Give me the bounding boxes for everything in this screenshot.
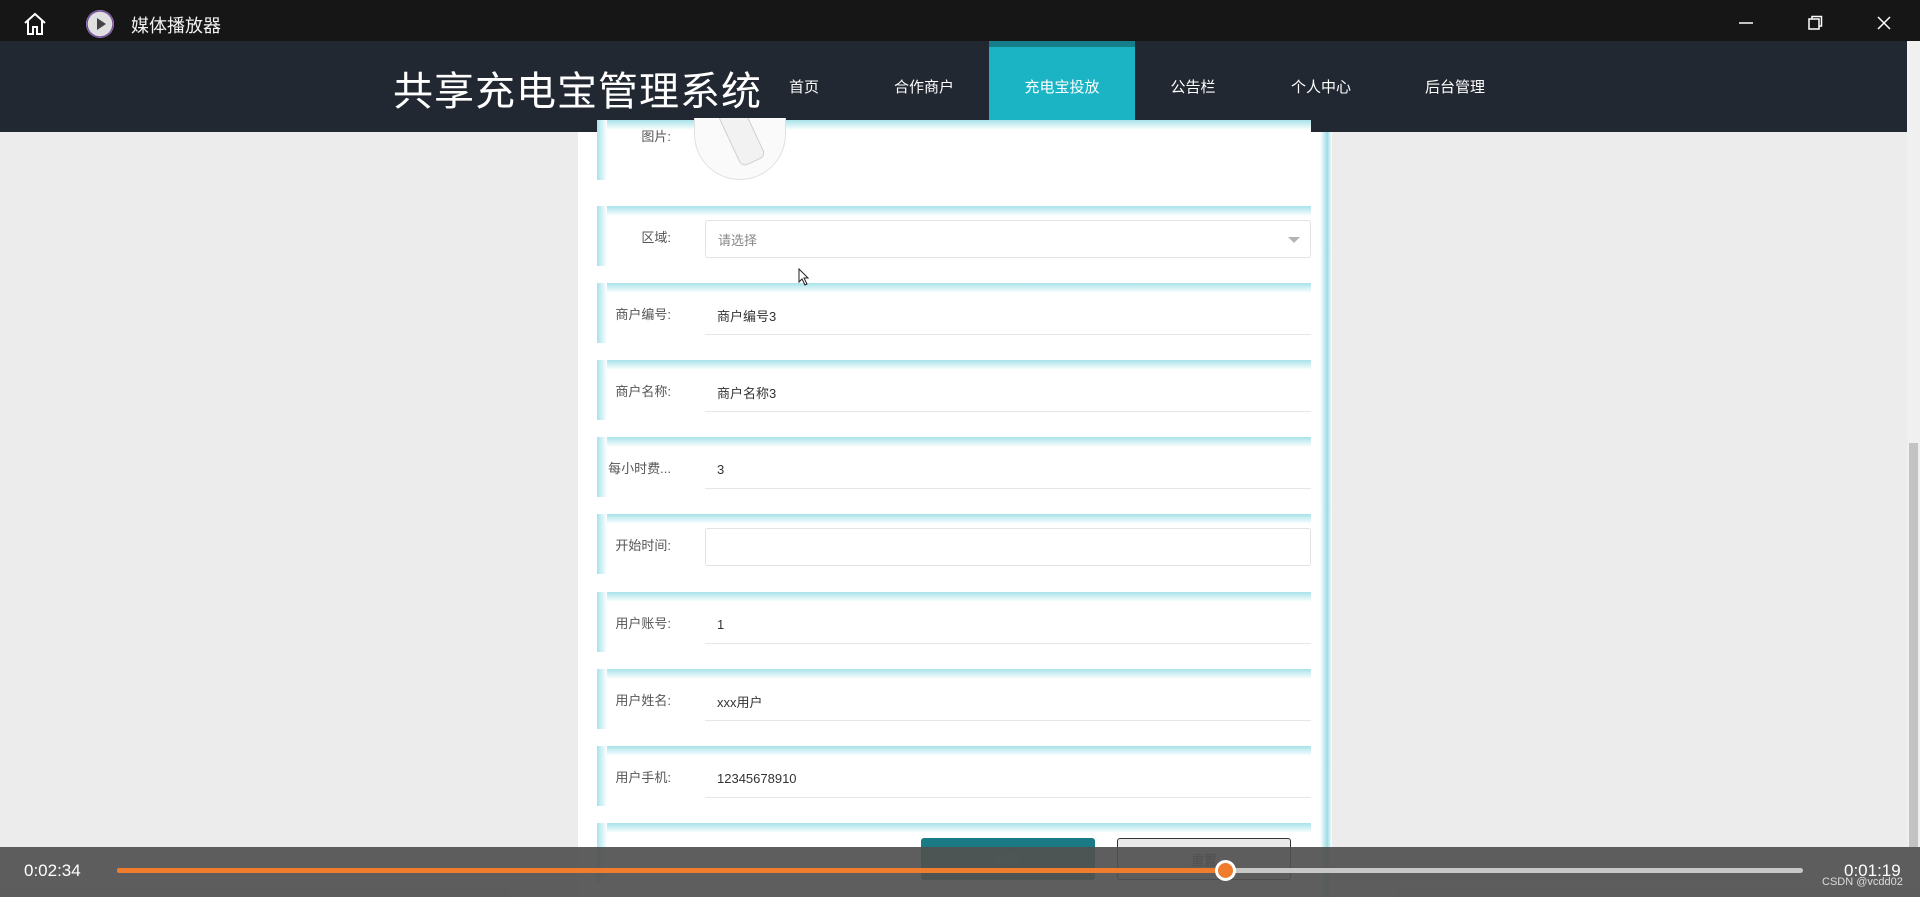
home-icon[interactable] [20,10,50,38]
field-label: 用户姓名: [615,692,671,708]
nav-item-notice[interactable]: 公告栏 [1150,41,1236,132]
field-label: 商户名称: [615,383,671,399]
form-row-merchant-name: 商户名称: 商户名称3 [597,360,1311,420]
form-row-merchant-id: 商户编号: 商户编号3 [597,283,1311,343]
nav-item-admin[interactable]: 后台管理 [1408,41,1502,132]
field-label: 区域: [641,229,671,245]
field-label: 用户手机: [615,769,671,785]
nav-item-merchants[interactable]: 合作商户 [876,41,972,132]
play-icon [86,10,114,38]
nav-item-profile[interactable]: 个人中心 [1276,41,1366,132]
progress-handle[interactable] [1215,860,1236,881]
user-account-field[interactable]: 1 [705,606,1311,644]
field-label: 图片: [641,128,671,144]
form-row-user-account: 用户账号: 1 [597,592,1311,652]
form-row-start-time: 开始时间: [597,514,1311,574]
nav-item-powerbank-deploy[interactable]: 充电宝投放 [989,41,1135,132]
field-label: 开始时间: [615,537,671,553]
scrollbar-thumb[interactable] [1909,443,1918,847]
window-title-bar: 媒体播放器 [0,0,1920,47]
minimize-icon[interactable] [1726,8,1766,38]
hourly-fee-field[interactable]: 3 [705,451,1311,489]
user-name-field[interactable]: xxx用户 [705,683,1311,721]
elapsed-time: 0:02:34 [24,861,81,880]
field-label: 商户编号: [615,306,671,322]
field-label: 用户账号: [615,615,671,631]
site-navbar: 共享充电宝管理系统 首页 合作商户 充电宝投放 公告栏 个人中心 后台管理 [0,41,1907,132]
site-title: 共享充电宝管理系统 [393,69,762,115]
restore-icon[interactable] [1795,8,1835,38]
mouse-cursor-icon [798,267,810,291]
form-row-region: 区域: 请选择 [597,206,1311,266]
form-row-user-phone: 用户手机: 12345678910 [597,746,1311,806]
region-select[interactable]: 请选择 [705,220,1311,258]
merchant-name-field[interactable]: 商户名称3 [705,374,1311,412]
form-row-hourly-fee: 每小时费... 3 [597,437,1311,497]
chevron-down-icon [1288,237,1300,243]
field-label: 每小时费... [608,460,671,476]
start-time-input[interactable] [705,528,1311,566]
merchant-id-field[interactable]: 商户编号3 [705,297,1311,335]
form-row-user-name: 用户姓名: xxx用户 [597,669,1311,729]
media-control-bar: 0:02:34 0:01:19 CSDN @vcdd02 [0,847,1920,897]
close-icon[interactable] [1864,8,1904,38]
watermark: CSDN @vcdd02 [1822,876,1903,888]
user-phone-field[interactable]: 12345678910 [705,760,1311,798]
progress-fill [117,868,1225,873]
select-value: 请选择 [718,232,758,248]
window-title: 媒体播放器 [131,16,221,36]
panel-border [1320,132,1332,897]
